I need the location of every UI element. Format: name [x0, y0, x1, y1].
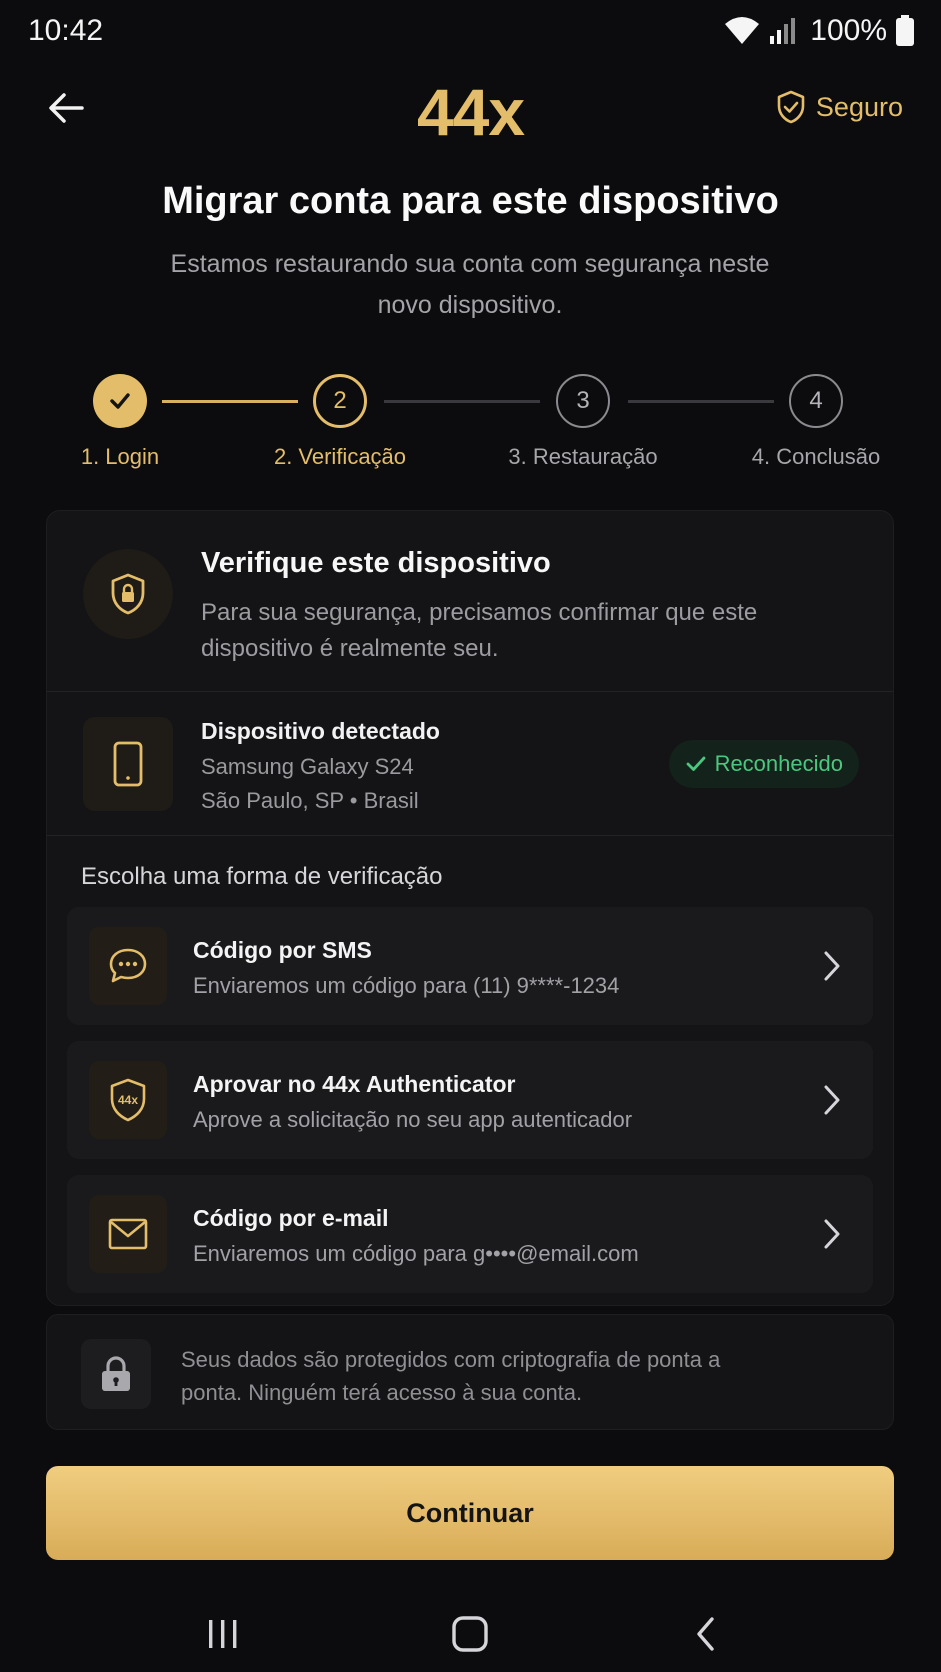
check-icon — [110, 393, 130, 409]
home-button[interactable] — [440, 1612, 500, 1656]
back-chevron-icon — [697, 1617, 714, 1651]
system-navigation-bar — [0, 1600, 941, 1672]
progress-stepper: 2 3 4 1. Login 2. Verificação 3. Restaur… — [0, 374, 941, 474]
home-icon — [452, 1616, 488, 1652]
cellular-signal-icon — [768, 16, 798, 46]
step-2-label: 2. Verificação — [273, 444, 407, 469]
step-3-label: 3. Restauração — [508, 444, 658, 469]
step-1-indicator — [93, 374, 147, 428]
option-authenticator[interactable]: 44x Aprovar no 44x Authenticator Aprove … — [67, 1041, 873, 1159]
app-header: 44x Seguro — [0, 72, 941, 152]
step-4-label: 4. Conclusão — [751, 444, 881, 469]
step-1-label: 1. Login — [80, 444, 160, 469]
detected-device: Dispositivo detectado Samsung Galaxy S24… — [47, 692, 893, 835]
encryption-info: Seus dados são protegidos com criptograf… — [46, 1314, 894, 1430]
device-model: Samsung Galaxy S24 — [201, 754, 414, 779]
status-time: 10:42 — [28, 14, 104, 47]
badge-label: Reconhecido — [714, 751, 843, 776]
step-4-indicator: 4 — [789, 374, 843, 428]
recognized-badge: Reconhecido — [668, 740, 859, 788]
option-description: Enviaremos um código para (11) 9****-123… — [193, 973, 620, 998]
device-location: São Paulo, SP • Brasil — [201, 788, 419, 813]
authenticator-icon-text: 44x — [118, 1093, 138, 1107]
device-title: Dispositivo detectado — [201, 718, 440, 744]
authenticator-shield-icon: 44x — [89, 1061, 167, 1139]
check-icon — [686, 756, 705, 771]
mail-icon — [89, 1195, 167, 1273]
step-connector-3 — [628, 400, 774, 403]
step-2-indicator: 2 — [313, 374, 367, 428]
recent-apps-button[interactable] — [193, 1612, 253, 1656]
chevron-right-icon — [824, 951, 840, 981]
system-back-button[interactable] — [676, 1612, 736, 1656]
verification-card: Verifique este dispositivo Para sua segu… — [46, 510, 894, 1306]
step-3-indicator: 3 — [556, 374, 610, 428]
option-description: Enviaremos um código para g••••@email.co… — [193, 1241, 639, 1266]
shield-check-icon — [777, 90, 805, 124]
step-connector-2 — [384, 400, 540, 403]
chevron-right-icon — [824, 1085, 840, 1115]
secure-indicator[interactable]: Seguro — [776, 90, 903, 124]
chat-icon — [89, 927, 167, 1005]
status-bar: 10:42 100% — [0, 0, 941, 64]
smartphone-icon — [83, 717, 173, 811]
secure-label: Seguro — [815, 91, 903, 122]
continue-button[interactable]: Continuar — [46, 1466, 894, 1560]
shield-lock-icon — [83, 549, 173, 639]
option-description: Aprove a solicitação no seu app autentic… — [193, 1107, 633, 1132]
recent-apps-icon — [209, 1620, 237, 1648]
page-subtitle: Estamos restaurando sua conta com segura… — [170, 250, 770, 319]
battery-percentage: 100% — [810, 14, 887, 47]
verify-title: Verifique este dispositivo — [201, 547, 551, 579]
options-heading: Escolha uma forma de verificação — [81, 863, 443, 890]
battery-icon — [895, 15, 915, 47]
option-title: Aprovar no 44x Authenticator — [193, 1071, 516, 1097]
option-title: Código por e-mail — [193, 1205, 389, 1231]
verify-description: Para sua segurança, precisamos confirmar… — [201, 599, 758, 662]
wifi-icon — [724, 16, 760, 46]
option-title: Código por SMS — [193, 937, 372, 963]
chevron-right-icon — [824, 1219, 840, 1249]
option-email[interactable]: Código por e-mail Enviaremos um código p… — [67, 1175, 873, 1293]
step-connector-1 — [162, 400, 298, 403]
encryption-info-text: Seus dados são protegidos com criptograf… — [181, 1347, 721, 1405]
divider — [47, 835, 893, 836]
lock-icon — [81, 1339, 151, 1409]
status-icons: 100% — [724, 14, 915, 48]
page-title: Migrar conta para este dispositivo — [162, 180, 779, 222]
verify-header: Verifique este dispositivo Para sua segu… — [47, 511, 893, 691]
option-sms[interactable]: Código por SMS Enviaremos um código para… — [67, 907, 873, 1025]
